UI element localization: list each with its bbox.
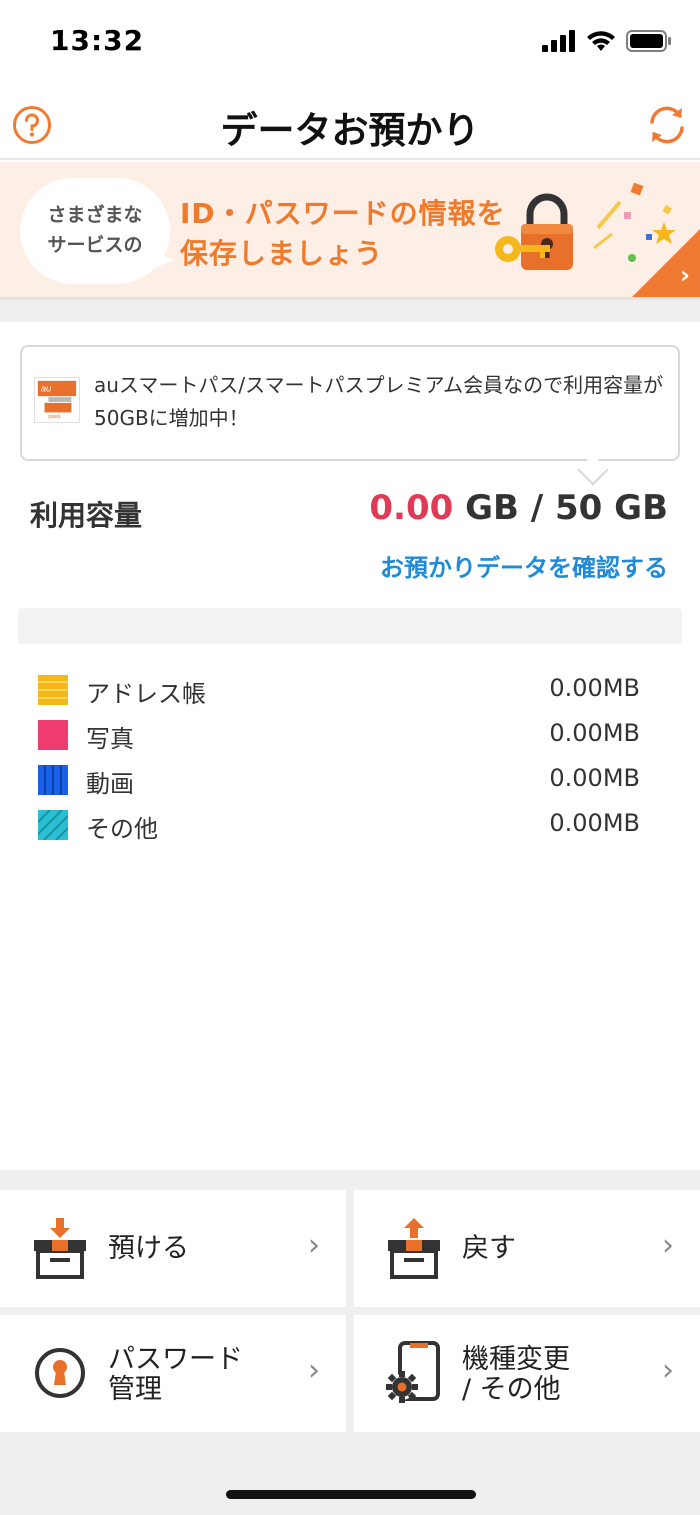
device-settings-icon [386,1341,440,1403]
banner-bubble: さまざまな サービスの [20,178,170,284]
legend-label: 動画 [86,770,134,798]
legend-label: 写真 [86,725,134,753]
smartpass-logo-icon: au pass [34,377,80,423]
chevron-right-icon: › [308,1228,320,1263]
banner-bubble-line1: さまざまな [47,204,143,226]
backup-label: 預ける [108,1233,189,1264]
home-indicator[interactable] [226,1490,476,1499]
status-time: 13:32 [50,24,145,57]
device-change-label-line2: / その他 [462,1374,561,1405]
usage-label: 利用容量 [30,499,143,532]
wifi-icon [587,31,615,51]
keyhole-icon [35,1348,85,1398]
promo-banner[interactable]: さまざまな サービスの ID・パスワードの情報を 保存しましょう › [0,162,700,300]
usage-total: GB / 50 GB [453,488,668,528]
sync-icon[interactable] [644,102,690,148]
usage-legend: アドレス帳 0.00MB 写真 0.00MB 動画 0.00MB その他 0.0… [38,668,640,848]
section-divider [0,300,700,322]
legend-label: アドレス帳 [86,680,206,708]
signal-icon [542,30,575,52]
banner-headline-line2: 保存しましょう [180,237,384,270]
restore-box-icon [388,1218,440,1279]
photos-swatch [38,720,68,750]
status-icons [542,30,672,52]
legend-item-other: その他 0.00MB [38,803,640,848]
legend-value: 0.00MB [549,764,640,792]
bubble-tail [150,250,174,270]
restore-label: 戻す [462,1233,516,1264]
battery-icon [626,30,671,52]
membership-notice: au pass auスマートパス/スマートパスプレミアム会員なので利用容量が50… [20,345,680,461]
legend-item-address-book: アドレス帳 0.00MB [38,668,640,713]
device-change-label: 機種変更 / その他 [462,1345,570,1405]
chevron-right-icon: › [662,1353,674,1388]
legend-item-videos: 動画 0.00MB [38,758,640,803]
restore-button[interactable]: 戻す › [354,1190,700,1307]
status-bar: 13:32 [0,0,700,88]
notice-text: auスマートパス/スマートパスプレミアム会員なので利用容量が50GBに増加中！ [94,373,664,430]
legend-item-photos: 写真 0.00MB [38,713,640,758]
backup-box-icon [34,1218,86,1279]
nav-bar: データお預かり [0,88,700,160]
address-book-swatch [38,675,68,705]
usage-used-value: 0.00 [369,488,454,528]
password-management-button[interactable]: パスワード 管理 › [0,1315,346,1432]
password-label-line1: パスワード [108,1344,243,1375]
action-menu: 預ける › 戻す › パスワード 管理 › 機種変更 / その他 › [0,1170,700,1515]
logo-pass-text: pass [48,414,60,420]
password-label: パスワード 管理 [108,1345,243,1405]
padlock-key-icon [495,193,573,270]
banner-bubble-line2: サービスの [47,234,143,256]
password-label-line2: 管理 [108,1374,162,1405]
device-change-button[interactable]: 機種変更 / その他 › [354,1315,700,1432]
legend-value: 0.00MB [549,809,640,837]
confirm-data-link[interactable]: お預かりデータを確認する [380,548,668,583]
legend-label: その他 [86,815,158,843]
usage-values: 0.00 GB / 50 GB [369,488,668,528]
banner-arrow-icon: › [680,261,690,289]
chevron-right-icon: › [308,1353,320,1388]
logo-au-text: au [41,383,52,394]
legend-value: 0.00MB [549,719,640,747]
videos-swatch [38,765,68,795]
backup-button[interactable]: 預ける › [0,1190,346,1307]
usage-progress-bar [18,608,682,644]
banner-headline-line1: ID・パスワードの情報を [180,197,506,230]
device-change-label-line1: 機種変更 [462,1344,570,1375]
chevron-right-icon: › [662,1228,674,1263]
page-title: データお預かり [220,109,480,152]
legend-value: 0.00MB [549,674,640,702]
other-swatch [38,810,68,840]
banner-headline: ID・パスワードの情報を 保存しましょう [180,194,506,274]
